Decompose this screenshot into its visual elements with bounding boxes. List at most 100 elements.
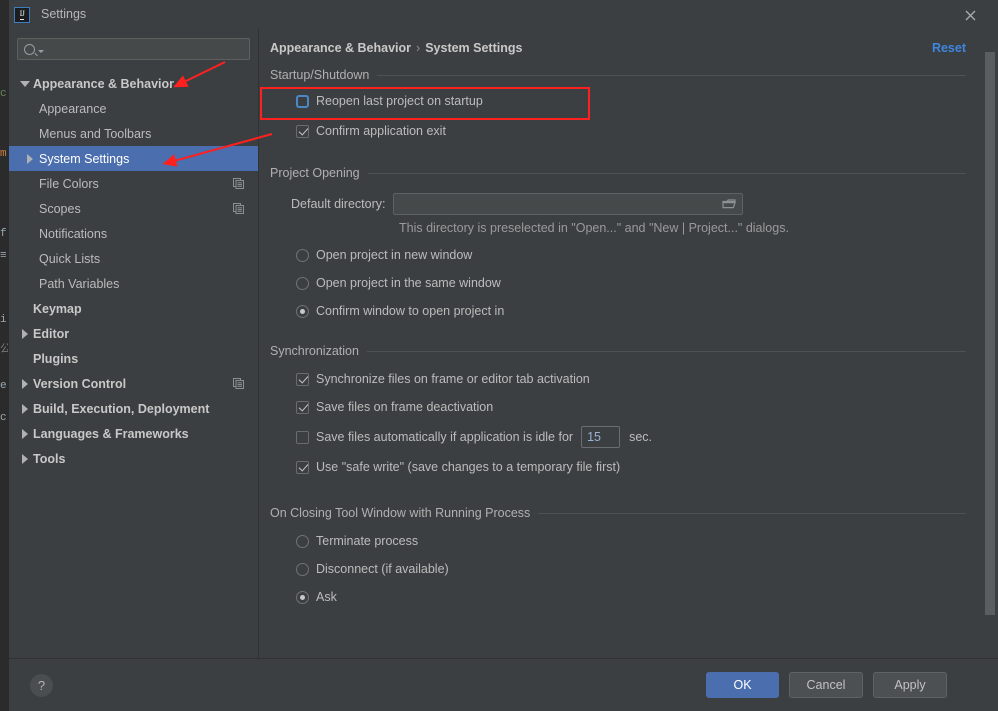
default-directory-hint: This directory is preselected in "Open..… — [399, 221, 789, 235]
section-project-opening: Project Opening Default directory: This … — [259, 166, 998, 325]
sidebar-item-version-control[interactable]: Version Control — [9, 371, 258, 396]
section-title-startup: Startup/Shutdown — [270, 68, 370, 82]
default-directory-field[interactable] — [393, 193, 744, 215]
sidebar-item-label: Keymap — [33, 301, 82, 316]
dialog-button-bar: ? OK Cancel Apply — [9, 658, 998, 711]
background-text-fragment: e — [0, 380, 7, 392]
help-button[interactable]: ? — [30, 674, 53, 697]
radio-row-terminate-process[interactable]: Terminate process — [270, 527, 966, 555]
copy-settings-icon[interactable] — [233, 378, 244, 389]
sidebar-item-keymap[interactable]: Keymap — [9, 296, 258, 321]
checkbox-row-safe-write[interactable]: Use "safe write" (save changes to a temp… — [270, 453, 966, 481]
settings-dialog: IJ Settings Appearance & Behavior Appeara… — [9, 0, 998, 711]
checkbox-row-save-automatically[interactable]: Save files automatically if application … — [270, 421, 966, 453]
search-box[interactable] — [17, 38, 250, 60]
sidebar-item-label: Menus and Toolbars — [39, 126, 152, 141]
sidebar-item-build-execution-deployment[interactable]: Build, Execution, Deployment — [9, 396, 258, 421]
ok-button[interactable]: OK — [706, 672, 779, 698]
sidebar-item-menus-and-toolbars[interactable]: Menus and Toolbars — [9, 121, 258, 146]
background-text-fragment: ≡ — [0, 250, 7, 262]
sidebar-item-appearance[interactable]: Appearance — [9, 96, 258, 121]
close-icon[interactable] — [960, 6, 980, 24]
section-divider — [377, 75, 966, 76]
sidebar-item-label: Quick Lists — [39, 251, 101, 266]
search-input[interactable] — [48, 41, 243, 57]
sidebar-item-label: Tools — [33, 451, 66, 466]
chevron-right-icon — [17, 328, 33, 339]
copy-settings-icon[interactable] — [233, 203, 244, 214]
radio-row-open-new-window[interactable]: Open project in new window — [270, 241, 966, 269]
sidebar-item-label: Plugins — [33, 351, 79, 366]
reset-link[interactable]: Reset — [932, 41, 966, 55]
idle-seconds-unit: sec. — [629, 430, 653, 444]
checkbox-label: Use "safe write" (save changes to a temp… — [316, 460, 621, 474]
radio-ask[interactable] — [296, 590, 309, 604]
default-directory-row: Default directory: — [270, 189, 966, 219]
sidebar-item-quick-lists[interactable]: Quick Lists — [9, 246, 258, 271]
vertical-scrollbar[interactable] — [985, 40, 995, 650]
default-directory-label: Default directory: — [291, 197, 386, 211]
radio-label: Ask — [316, 590, 337, 604]
chevron-right-icon — [17, 403, 33, 414]
sidebar-item-scopes[interactable]: Scopes — [9, 196, 258, 221]
sidebar-item-path-variables[interactable]: Path Variables — [9, 271, 258, 296]
chevron-right-icon — [17, 453, 33, 464]
checkbox-confirm-application-exit[interactable] — [296, 124, 309, 138]
radio-row-confirm-window[interactable]: Confirm window to open project in — [270, 297, 966, 325]
checkbox-label: Confirm application exit — [316, 124, 446, 138]
radio-confirm-window-to-open-project-in[interactable] — [296, 304, 309, 318]
section-divider — [367, 173, 966, 174]
radio-label: Open project in the same window — [316, 276, 501, 290]
sidebar-item-label: File Colors — [39, 176, 99, 191]
copy-settings-icon[interactable] — [233, 178, 244, 189]
breadcrumb-root[interactable]: Appearance & Behavior — [270, 41, 411, 55]
checkbox-row-reopen-last-project[interactable]: Reopen last project on startup — [270, 85, 966, 117]
section-title-synchronization: Synchronization — [270, 344, 359, 358]
sidebar-item-file-colors[interactable]: File Colors — [9, 171, 258, 196]
sidebar-item-notifications[interactable]: Notifications — [9, 221, 258, 246]
sidebar-item-editor[interactable]: Editor — [9, 321, 258, 346]
chevron-right-icon — [17, 378, 33, 389]
checkbox-row-confirm-application-exit[interactable]: Confirm application exit — [270, 117, 966, 145]
checkbox-reopen-last-project[interactable] — [296, 94, 309, 108]
sidebar-item-label: System Settings — [39, 151, 130, 166]
scrollbar-thumb[interactable] — [985, 52, 995, 615]
section-closing-tool-window: On Closing Tool Window with Running Proc… — [259, 506, 998, 611]
sidebar-item-label: Version Control — [33, 376, 127, 391]
checkbox-synchronize-files-on-frame-activation[interactable] — [296, 372, 309, 386]
radio-row-open-same-window[interactable]: Open project in the same window — [270, 269, 966, 297]
background-text-fragment: c — [0, 412, 7, 424]
radio-terminate-process[interactable] — [296, 534, 309, 548]
background-text-fragment: f — [0, 228, 7, 240]
radio-row-ask[interactable]: Ask — [270, 583, 966, 611]
radio-open-project-same-window[interactable] — [296, 276, 309, 290]
radio-disconnect-if-available[interactable] — [296, 562, 309, 576]
radio-open-project-new-window[interactable] — [296, 248, 309, 262]
background-editor-strip: c m f ≡ i 公 e c — [0, 0, 9, 711]
section-header: Synchronization — [270, 344, 966, 358]
sidebar-item-languages-frameworks[interactable]: Languages & Frameworks — [9, 421, 258, 446]
checkbox-use-safe-write[interactable] — [296, 460, 309, 474]
sidebar-item-label: Build, Execution, Deployment — [33, 401, 210, 416]
checkbox-row-save-on-deactivation[interactable]: Save files on frame deactivation — [270, 393, 966, 421]
radio-row-disconnect[interactable]: Disconnect (if available) — [270, 555, 966, 583]
sidebar-item-label: Path Variables — [39, 276, 120, 291]
chevron-right-icon — [17, 428, 33, 439]
apply-button[interactable]: Apply — [873, 672, 947, 698]
section-synchronization: Synchronization Synchronize files on fra… — [259, 344, 998, 481]
cancel-button[interactable]: Cancel — [789, 672, 863, 698]
sidebar-item-system-settings[interactable]: System Settings — [9, 146, 258, 171]
checkbox-save-files-on-frame-deactivation[interactable] — [296, 400, 309, 414]
chevron-down-icon — [17, 80, 33, 87]
section-divider — [366, 351, 966, 352]
breadcrumb-leaf: System Settings — [425, 41, 523, 55]
background-text-fragment: c — [0, 88, 7, 100]
search-container — [9, 28, 258, 60]
sidebar-item-appearance-behavior[interactable]: Appearance & Behavior — [9, 71, 258, 96]
checkbox-row-synchronize-files[interactable]: Synchronize files on frame or editor tab… — [270, 365, 966, 393]
sidebar-item-plugins[interactable]: Plugins — [9, 346, 258, 371]
checkbox-save-files-automatically[interactable] — [296, 430, 309, 444]
section-header: On Closing Tool Window with Running Proc… — [270, 506, 966, 520]
idle-seconds-input[interactable]: 15 — [581, 426, 621, 448]
sidebar-item-tools[interactable]: Tools — [9, 446, 258, 471]
